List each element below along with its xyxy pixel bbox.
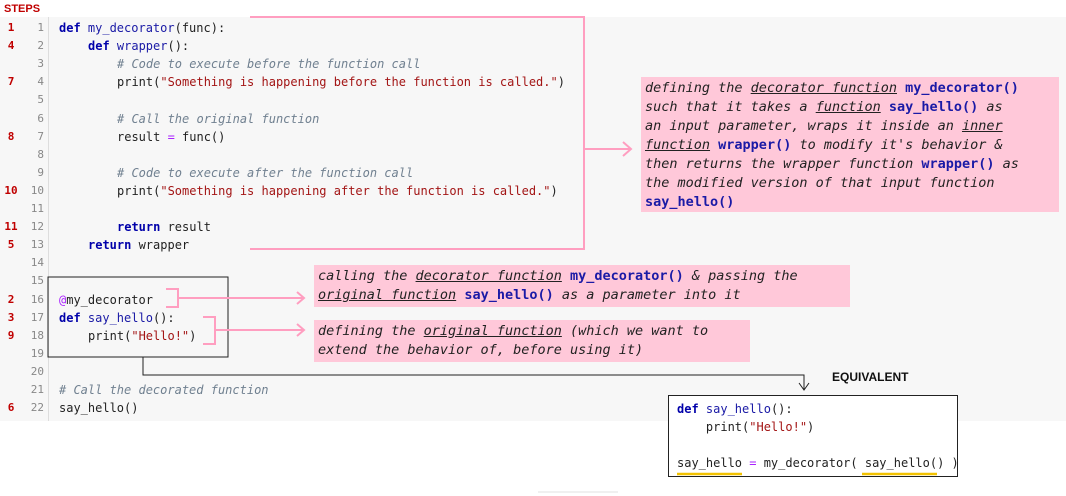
highlight-overlay bbox=[677, 472, 937, 476]
